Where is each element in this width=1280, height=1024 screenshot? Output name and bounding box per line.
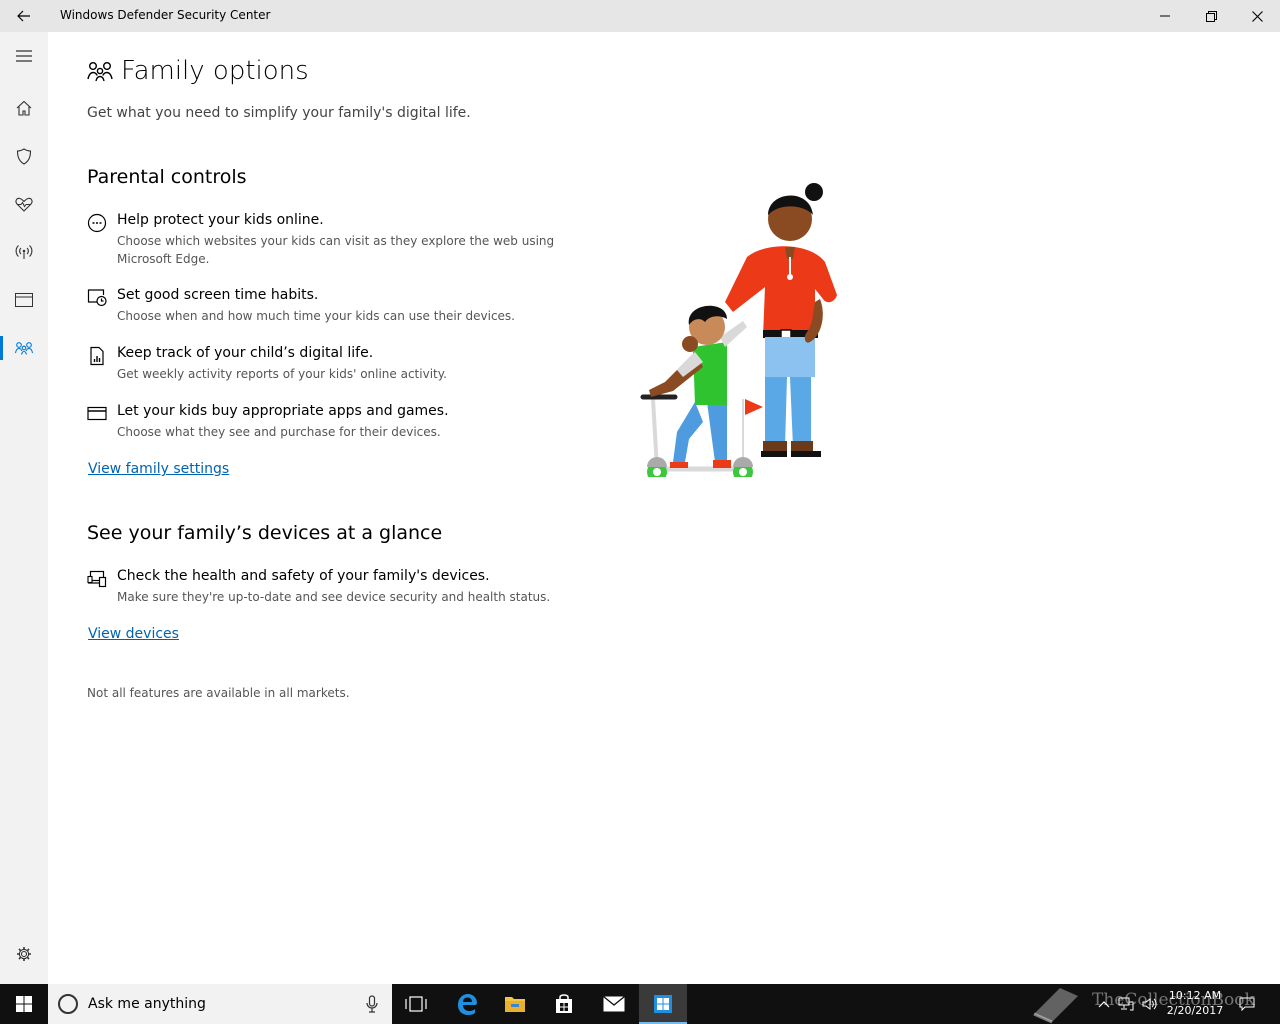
page-title: Family options [121,56,309,86]
feature-description: Choose what they see and purchase for th… [117,425,441,439]
feature-description: Choose which websites your kids can visi… [117,234,555,266]
store-bag-icon [556,994,572,1013]
page-header: Family options [87,56,309,86]
nav-item-firewall[interactable] [0,228,48,276]
minimize-button[interactable] [1142,0,1188,32]
nav-item-home[interactable] [0,84,48,132]
broadcast-icon [15,245,33,259]
family-icon [15,342,33,355]
title-bar: Windows Defender Security Center [0,0,1280,32]
nav-item-app-browser-control[interactable] [0,276,48,324]
action-center-button[interactable] [1236,984,1258,1024]
screen-time-icon [87,289,107,307]
activity-report-icon [90,346,104,366]
edge-icon [458,994,477,1015]
network-tray-button[interactable] [1116,984,1136,1024]
volume-tray-button[interactable] [1140,984,1160,1024]
devices-heading: See your family’s devices at a glance [87,522,443,544]
feature-title: Check the health and safety of your fami… [117,568,490,584]
parental-controls-heading: Parental controls [87,166,247,188]
family-icon [87,62,113,82]
feature-activity-reports: Keep track of your child’s digital life.… [87,345,557,385]
feature-device-health: Check the health and safety of your fami… [87,568,557,608]
window-title: Windows Defender Security Center [60,8,271,22]
feature-description: Make sure they're up-to-date and see dev… [117,590,551,604]
search-box[interactable]: Ask me anything [48,984,392,1024]
feature-title: Set good screen time habits. [117,287,319,303]
taskbar: Ask me anything TheCollectionBook 10:12 … [0,984,1280,1024]
minimize-icon [1160,15,1170,17]
browser-window-icon [15,293,33,307]
settings-button[interactable] [0,938,48,970]
clock-date: 2/20/2017 [1166,1004,1224,1017]
start-button[interactable] [0,984,48,1024]
feature-title: Keep track of your child’s digital life. [117,345,374,361]
taskbar-store[interactable] [540,984,588,1024]
shield-icon [16,147,32,165]
page-subtitle: Get what you need to simplify your famil… [87,105,471,121]
gear-icon [17,947,31,961]
nav-item-family-options[interactable] [0,324,48,372]
book-watermark-icon [1033,988,1078,1024]
clock-time: 10:12 AM [1168,989,1222,1002]
show-hidden-icons-button[interactable] [1094,984,1114,1024]
feature-purchases: Let your kids buy appropriate apps and g… [87,403,557,443]
view-devices-link[interactable]: View devices [88,626,179,642]
taskbar-mail[interactable] [590,984,638,1024]
nav-item-virus-protection[interactable] [0,132,48,180]
speaker-icon [1142,998,1157,1010]
credit-card-icon [87,406,107,421]
back-arrow-icon [17,10,30,22]
main-content: Family options Get what you need to simp… [87,32,1280,984]
network-icon [1118,997,1134,1011]
availability-footnote: Not all features are available in all ma… [87,686,350,700]
windows-logo-icon [16,996,32,1012]
hamburger-icon [16,50,32,62]
taskbar-file-explorer[interactable] [491,984,539,1024]
folder-icon [505,997,525,1012]
microphone-icon [366,995,378,1013]
taskbar-clock[interactable]: 10:12 AM 2/20/2017 [1160,988,1230,1018]
microphone-button[interactable] [362,994,382,1014]
feature-description: Get weekly activity reports of your kids… [117,367,447,381]
home-icon [16,100,32,116]
hamburger-menu-button[interactable] [0,32,48,80]
view-family-settings-link[interactable]: View family settings [88,461,229,477]
close-icon [1251,10,1263,22]
navigation-rail [0,32,48,984]
feature-title: Let your kids buy appropriate apps and g… [117,403,449,419]
heart-pulse-icon [15,197,33,212]
feature-screen-time: Set good screen time habits. Choose when… [87,287,557,327]
feature-description: Choose when and how much time your kids … [117,309,515,323]
family-illustration [640,183,837,477]
devices-icon [87,570,107,588]
task-view-icon [405,996,427,1012]
task-view-button[interactable] [392,984,440,1024]
nav-item-device-health[interactable] [0,180,48,228]
feature-web-protection: Help protect your kids online. Choose wh… [87,212,557,268]
taskbar-defender-security-center[interactable] [639,984,687,1024]
notification-icon [1239,997,1255,1011]
restore-icon [1205,10,1217,22]
cortana-icon [58,994,78,1014]
mail-icon [603,996,625,1012]
taskbar-edge[interactable] [443,984,491,1024]
close-button[interactable] [1234,0,1280,32]
search-placeholder: Ask me anything [88,996,206,1012]
chevron-up-icon [1098,1001,1110,1008]
web-filter-icon [87,213,107,233]
feature-title: Help protect your kids online. [117,212,324,228]
restore-button[interactable] [1188,0,1234,32]
back-button[interactable] [0,0,48,32]
defender-shield-icon [654,995,672,1013]
